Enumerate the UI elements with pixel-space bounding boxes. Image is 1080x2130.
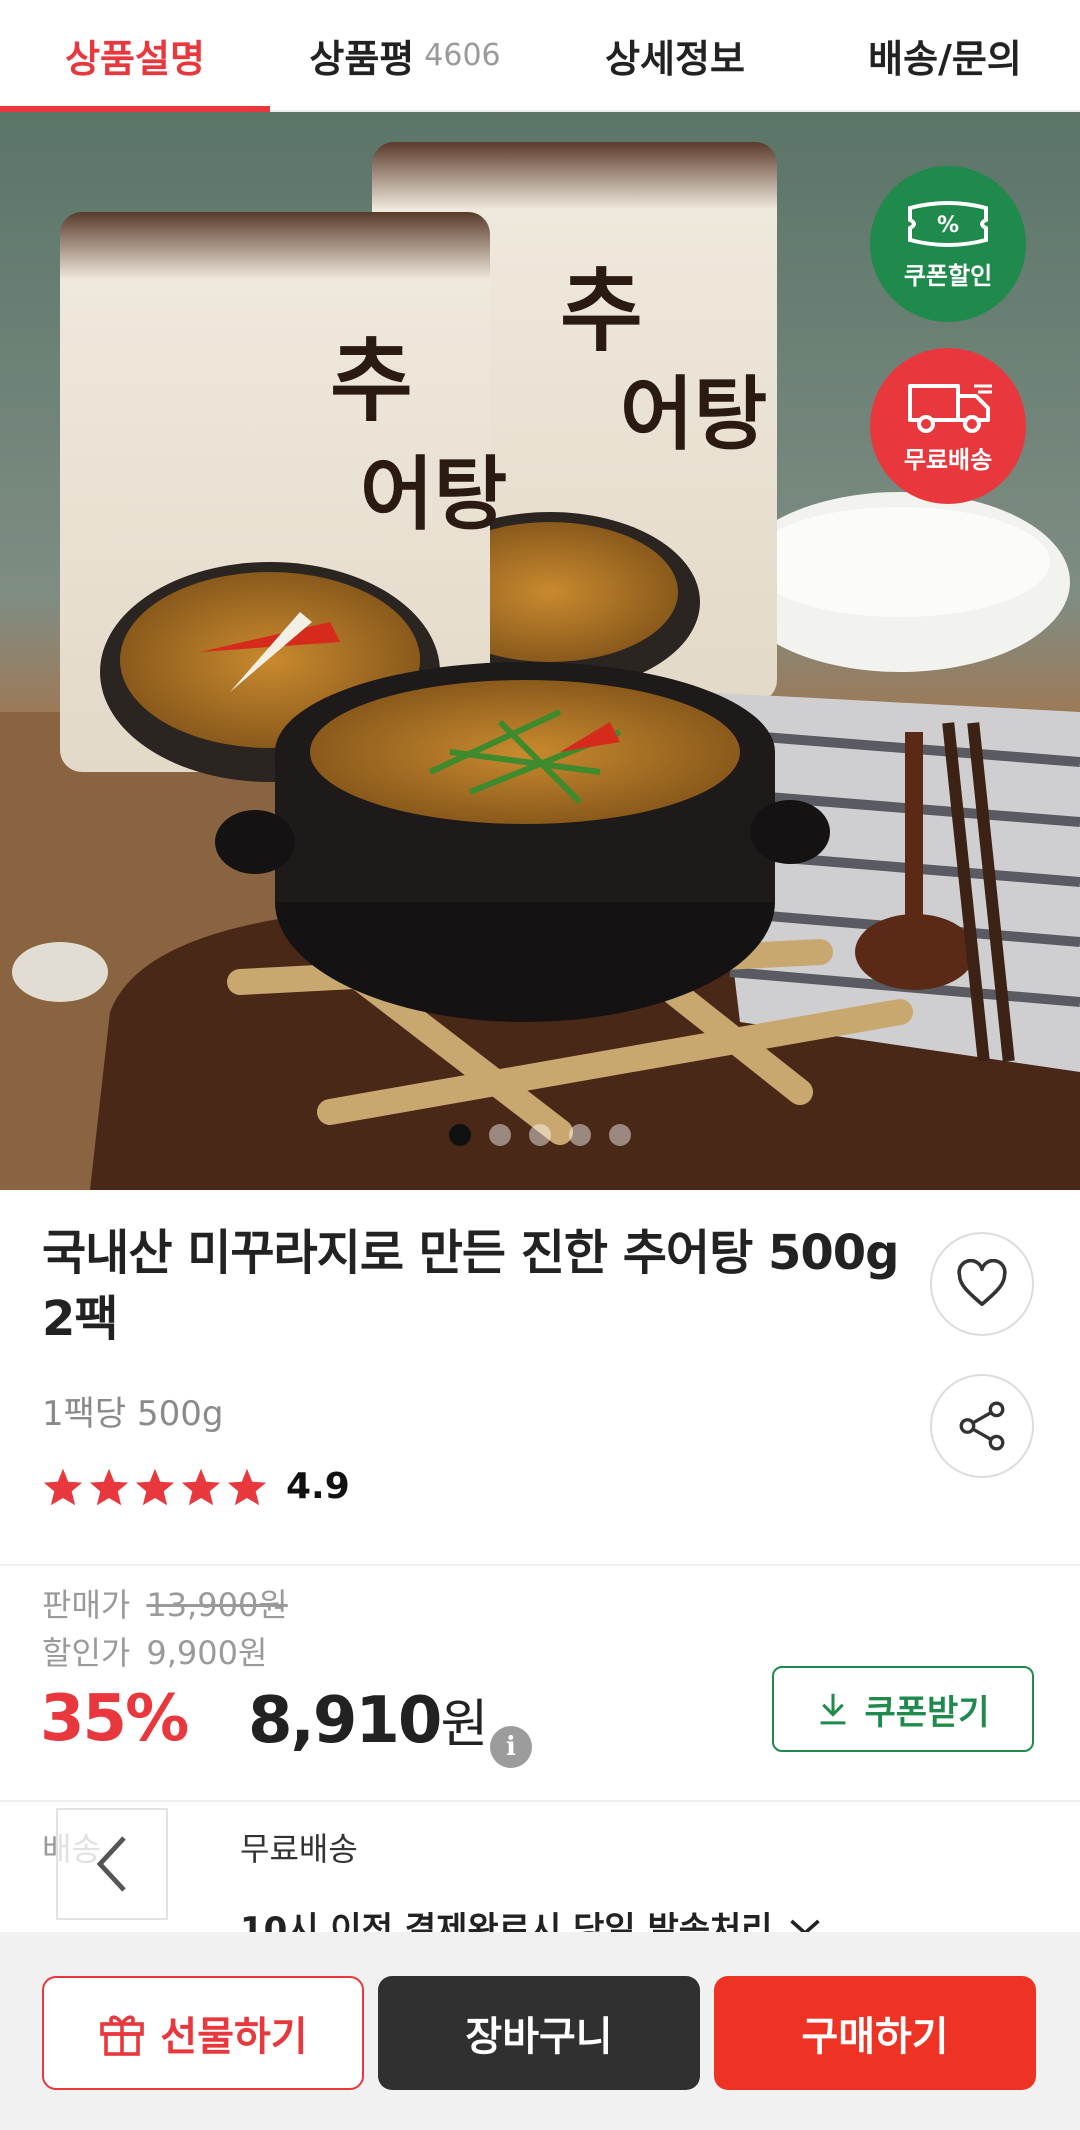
coupon-ticket-icon: %: [908, 200, 988, 247]
product-info-section: 국내산 미꾸라지로 만든 진한 추어탕 500g 2팩 1팩당 500g 4.9: [0, 1190, 1080, 1566]
final-price-amount: 8,910: [248, 1684, 442, 1758]
delivery-time-note[interactable]: 10시 이전 결제완료시 당일 발송처리: [240, 1902, 823, 1932]
original-price-row: 판매가 13,900원: [42, 1580, 288, 1626]
svg-text:어탕: 어탕: [620, 367, 767, 461]
chevron-left-icon: [96, 1836, 126, 1892]
svg-text:추: 추: [330, 328, 413, 434]
buy-button[interactable]: 구매하기: [714, 1976, 1036, 2090]
buy-button-label: 구매하기: [801, 2014, 949, 2060]
discount-price-row: 할인가 9,900원: [42, 1628, 267, 1674]
carousel-pagination: [0, 1124, 1080, 1146]
tab-reviews[interactable]: 상품평 4606: [270, 0, 540, 110]
share-button[interactable]: [930, 1374, 1034, 1478]
tab-description[interactable]: 상품설명: [0, 0, 270, 112]
price-section: 판매가 13,900원 할인가 9,900원 35% 8,910원 i 쿠폰받기: [0, 1566, 1080, 1802]
tab-details-label: 상세정보: [605, 36, 745, 81]
product-subtitle: 1팩당 500g: [42, 1394, 224, 1434]
delivery-value: 무료배송: [240, 1830, 358, 1868]
price-info-icon[interactable]: i: [490, 1726, 532, 1768]
tab-reviews-label: 상품평: [309, 36, 415, 81]
free-shipping-badge: 무료배송: [870, 348, 1026, 504]
carousel-dot-1[interactable]: [449, 1124, 471, 1146]
download-icon: [820, 1693, 846, 1725]
gift-button[interactable]: 선물하기: [42, 1976, 364, 2090]
original-price-value: 13,900원: [146, 1586, 288, 1624]
tab-reviews-count: 4606: [424, 37, 501, 73]
coupon-discount-badge: % 쿠폰할인: [870, 166, 1026, 322]
svg-text:%: %: [937, 213, 959, 238]
coupon-badge-label: 쿠폰할인: [903, 261, 993, 290]
shipping-badge-label: 무료배송: [903, 445, 993, 474]
svg-text:추: 추: [560, 258, 643, 364]
gift-icon: [100, 2015, 145, 2056]
product-title: 국내산 미꾸라지로 만든 진한 추어탕 500g 2팩: [42, 1225, 900, 1347]
truck-icon: [908, 383, 992, 433]
star-icon: [181, 1468, 221, 1505]
product-rating[interactable]: 4.9: [42, 1466, 350, 1507]
tab-shipping-inquiry[interactable]: 배송/문의: [810, 0, 1080, 110]
back-button[interactable]: [56, 1808, 168, 1920]
get-coupon-button[interactable]: 쿠폰받기: [772, 1666, 1034, 1752]
tab-description-label: 상품설명: [65, 36, 205, 81]
chevron-down-icon: [789, 1919, 820, 1932]
svg-text:어탕: 어탕: [360, 447, 507, 541]
rating-stars: [42, 1467, 268, 1507]
final-price-unit: 원: [440, 1695, 488, 1755]
share-icon: [959, 1401, 1005, 1451]
heart-icon: [957, 1259, 1007, 1307]
discount-percent: 35%: [40, 1682, 189, 1756]
carousel-dot-5[interactable]: [609, 1124, 631, 1146]
gift-button-label: 선물하기: [160, 2014, 308, 2060]
product-image-carousel[interactable]: 추 어탕 추 어탕 % 쿠폰할인 무료배송: [0, 112, 1080, 1190]
bottom-action-bar: 선물하기 장바구니 구매하기: [0, 1932, 1080, 2130]
discount-price-label: 할인가: [42, 1634, 131, 1672]
tab-shipping-label: 배송/문의: [868, 36, 1022, 81]
wishlist-button[interactable]: [930, 1232, 1034, 1336]
star-icon: [135, 1468, 175, 1505]
carousel-dot-2[interactable]: [489, 1124, 511, 1146]
star-icon: [89, 1468, 129, 1505]
final-price: 8,910원: [248, 1682, 488, 1758]
discount-price-value: 9,900원: [146, 1634, 268, 1672]
delivery-time-text: 10시 이전 결제완료시 당일 발송처리: [240, 1910, 773, 1932]
star-icon: [43, 1468, 83, 1505]
carousel-dot-3[interactable]: [529, 1124, 551, 1146]
star-icon: [227, 1468, 267, 1505]
carousel-dot-4[interactable]: [569, 1124, 591, 1146]
rating-value: 4.9: [286, 1466, 350, 1507]
original-price-label: 판매가: [42, 1586, 131, 1624]
cart-button-label: 장바구니: [465, 2014, 613, 2060]
tab-details[interactable]: 상세정보: [540, 0, 810, 110]
delivery-section: 배송 무료배송 10시 이전 결제완료시 당일 발송처리: [0, 1802, 1080, 1932]
product-tab-bar: 상품설명 상품평 4606 상세정보 배송/문의: [0, 0, 1080, 112]
get-coupon-label: 쿠폰받기: [864, 1692, 990, 1733]
cart-button[interactable]: 장바구니: [378, 1976, 700, 2090]
